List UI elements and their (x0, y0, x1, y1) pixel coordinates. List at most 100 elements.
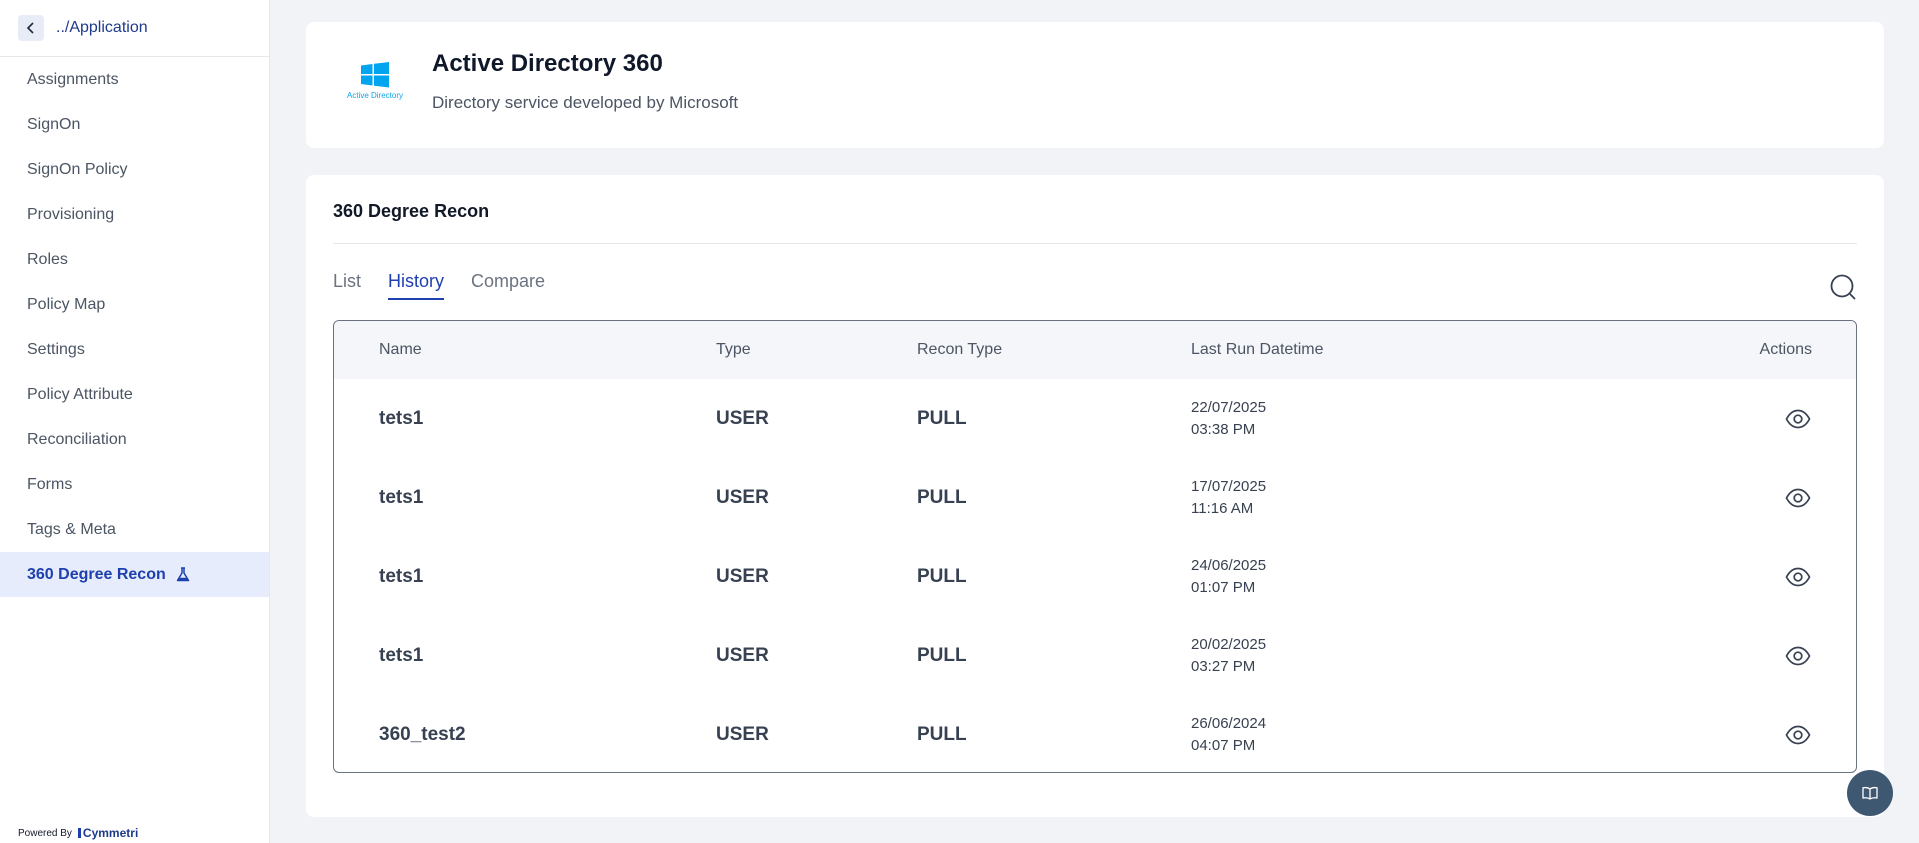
tab-list[interactable]: List (333, 271, 361, 300)
windows-logo-icon (361, 62, 389, 88)
view-button[interactable] (1784, 405, 1812, 433)
sidebar-item-label: SignOn (27, 115, 81, 133)
cell-time: 03:38 PM (1191, 420, 1256, 438)
eye-icon (1785, 646, 1811, 665)
cell-date: 24/06/2025 (1191, 556, 1267, 574)
eye-icon (1785, 409, 1811, 428)
tab-compare[interactable]: Compare (471, 271, 545, 300)
table-row: 360_test2 USER PULL 26/06/2024 04:07 PM (334, 695, 1856, 772)
cell-last-run: 20/02/2025 03:27 PM (1191, 634, 1671, 678)
view-button[interactable] (1784, 721, 1812, 749)
sidebar-item-signon-policy[interactable]: SignOn Policy (0, 147, 269, 192)
tab-history[interactable]: History (388, 271, 445, 300)
sidebar-item-settings[interactable]: Settings (0, 327, 269, 372)
cell-name: tets1 (379, 407, 424, 429)
cell-name: tets1 (379, 565, 424, 587)
column-header-type[interactable]: Type (716, 341, 917, 359)
cell-name: tets1 (379, 486, 424, 508)
cell-date: 17/07/2025 (1191, 477, 1267, 495)
table-row: tets1 USER PULL 20/02/2025 03:27 PM (334, 616, 1856, 695)
sidebar-nav: Assignments SignOn SignOn Policy Provisi… (0, 57, 269, 597)
cell-actions (1671, 563, 1856, 591)
brand-logo: Cymmetri (77, 826, 139, 840)
sidebar-item-signon[interactable]: SignOn (0, 102, 269, 147)
sidebar-item-label: Forms (27, 475, 73, 493)
app-header-card: Active Directory Active Directory 360 Di… (306, 22, 1884, 148)
cell-last-run: 17/07/2025 11:16 AM (1191, 476, 1671, 520)
sidebar-item-label: Policy Map (27, 295, 106, 313)
cell-actions (1671, 484, 1856, 512)
cell-type: USER (716, 407, 769, 429)
search-button[interactable] (1829, 273, 1857, 301)
sidebar-item-forms[interactable]: Forms (0, 462, 269, 507)
cell-type: USER (716, 565, 769, 587)
eye-icon (1785, 567, 1811, 586)
history-table: Name Type Recon Type Last Run Datetime A… (333, 320, 1857, 773)
cell-type: USER (716, 486, 769, 508)
cell-date: 20/02/2025 (1191, 635, 1267, 653)
sidebar-item-label: 360 Degree Recon (27, 565, 166, 583)
cell-recon-type: PULL (917, 407, 967, 429)
sidebar-item-label: Tags & Meta (27, 520, 116, 538)
cell-actions (1671, 642, 1856, 670)
table-row: tets1 USER PULL 22/07/2025 03:38 PM (334, 379, 1856, 458)
sidebar-item-provisioning[interactable]: Provisioning (0, 192, 269, 237)
cell-time: 11:16 AM (1191, 499, 1254, 517)
sidebar-item-360-degree-recon[interactable]: 360 Degree Recon (0, 552, 269, 597)
page-title: Active Directory 360 (432, 50, 663, 77)
sidebar-item-reconciliation[interactable]: Reconciliation (0, 417, 269, 462)
cell-name: tets1 (379, 644, 424, 666)
sidebar: ../Application Assignments SignOn SignOn… (0, 0, 270, 843)
brand-name: Cymmetri (82, 826, 139, 840)
cell-recon-type: PULL (917, 723, 967, 745)
cell-recon-type: PULL (917, 565, 967, 587)
help-docs-button[interactable] (1847, 770, 1893, 816)
sidebar-item-tags-meta[interactable]: Tags & Meta (0, 507, 269, 552)
view-button[interactable] (1784, 642, 1812, 670)
chevron-left-icon (26, 22, 34, 34)
eye-icon (1785, 488, 1811, 507)
back-link[interactable]: ../Application (56, 19, 148, 37)
cell-last-run: 22/07/2025 03:38 PM (1191, 397, 1671, 441)
brand-mark-icon (77, 828, 81, 838)
view-button[interactable] (1784, 484, 1812, 512)
powered-by-label: Powered By (18, 827, 72, 839)
cell-last-run: 24/06/2025 01:07 PM (1191, 555, 1671, 599)
search-icon (1830, 274, 1856, 300)
cell-type: USER (716, 644, 769, 666)
beaker-icon (176, 567, 190, 582)
cell-last-run: 26/06/2024 04:07 PM (1191, 713, 1671, 757)
table-row: tets1 USER PULL 24/06/2025 01:07 PM (334, 537, 1856, 616)
sidebar-item-policy-map[interactable]: Policy Map (0, 282, 269, 327)
cell-date: 26/06/2024 (1191, 714, 1267, 732)
sidebar-item-roles[interactable]: Roles (0, 237, 269, 282)
sidebar-item-label: Reconciliation (27, 430, 127, 448)
page-subtitle: Directory service developed by Microsoft (432, 93, 739, 112)
table-header: Name Type Recon Type Last Run Datetime A… (334, 321, 1856, 379)
cell-type: USER (716, 723, 769, 745)
tab-bar: List History Compare (333, 271, 572, 300)
column-header-name[interactable]: Name (334, 341, 716, 359)
cell-actions (1671, 721, 1856, 749)
logo-text: Active Directory (346, 91, 403, 100)
sidebar-item-label: SignOn Policy (27, 160, 128, 178)
cell-name: 360_test2 (379, 723, 466, 745)
view-button[interactable] (1784, 563, 1812, 591)
cell-actions (1671, 405, 1856, 433)
cell-recon-type: PULL (917, 644, 967, 666)
section-title: 360 Degree Recon (333, 201, 490, 221)
cell-date: 22/07/2025 (1191, 398, 1267, 416)
eye-icon (1785, 725, 1811, 744)
column-header-recon-type[interactable]: Recon Type (917, 341, 1191, 359)
sidebar-item-assignments[interactable]: Assignments (0, 57, 269, 102)
column-header-last-run[interactable]: Last Run Datetime (1191, 341, 1671, 359)
powered-by: Powered By Cymmetri (18, 826, 138, 840)
cell-time: 03:27 PM (1191, 657, 1256, 675)
book-icon (1862, 786, 1878, 800)
sidebar-header: ../Application (0, 0, 269, 57)
sidebar-item-label: Policy Attribute (27, 385, 133, 403)
back-button[interactable] (18, 15, 44, 41)
sidebar-item-label: Settings (27, 340, 85, 358)
sidebar-item-policy-attribute[interactable]: Policy Attribute (0, 372, 269, 417)
cell-recon-type: PULL (917, 486, 967, 508)
